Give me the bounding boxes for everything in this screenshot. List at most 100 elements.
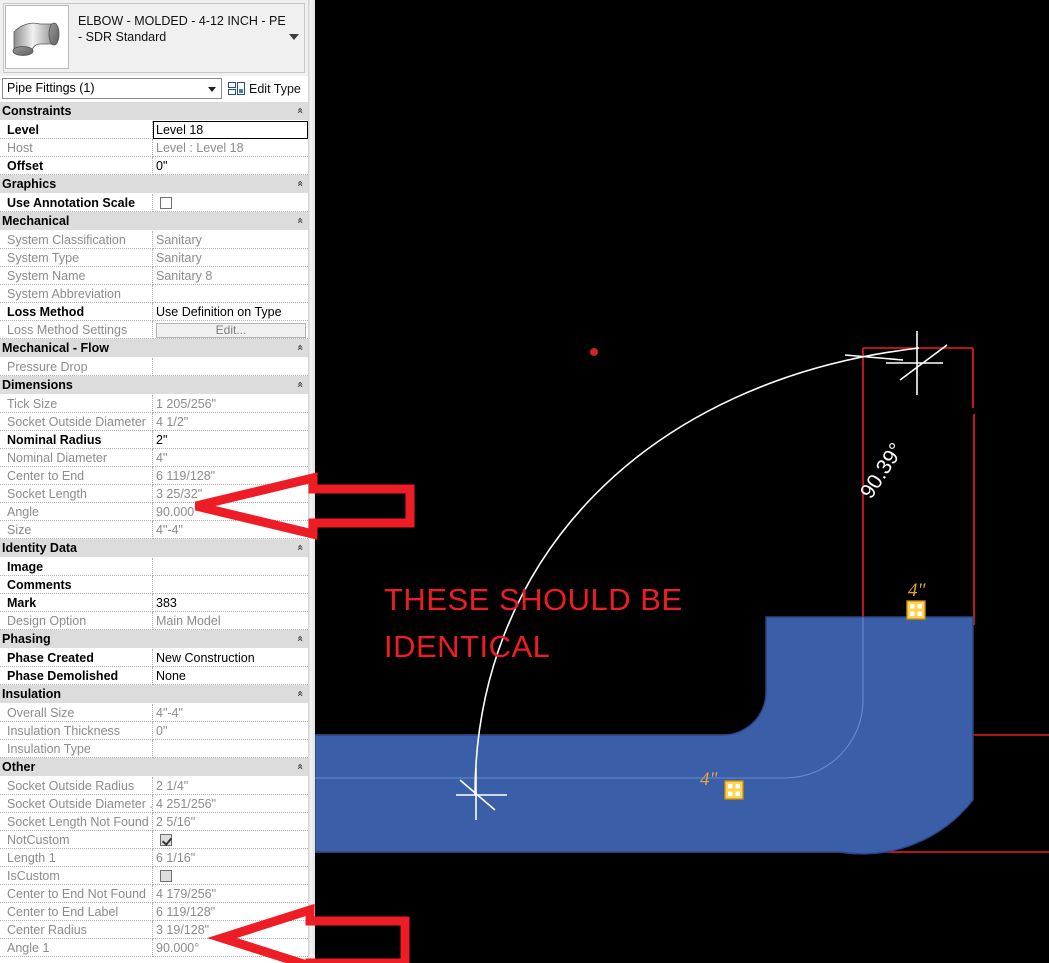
property-value[interactable] — [153, 576, 308, 594]
property-row[interactable]: Design Option Main Model — [0, 612, 308, 630]
property-row[interactable]: Angle 90.000° — [0, 503, 308, 521]
collapse-chevron-icon[interactable]: « — [294, 217, 307, 224]
collapse-chevron-icon[interactable]: « — [294, 107, 307, 114]
collapse-chevron-icon[interactable]: « — [294, 763, 307, 770]
property-value[interactable]: Level : Level 18 — [153, 139, 308, 157]
property-value[interactable]: 2 5/16" — [153, 813, 308, 831]
collapse-chevron-icon[interactable]: « — [294, 344, 307, 351]
property-row[interactable]: Center to End Label 6 119/128" — [0, 903, 308, 921]
property-group-header[interactable]: Graphics « — [0, 175, 308, 194]
property-row[interactable]: Pressure Drop — [0, 358, 308, 376]
property-row[interactable]: Center Radius 3 19/128" — [0, 921, 308, 939]
property-row[interactable]: IsCustom — [0, 867, 308, 885]
property-value[interactable]: 3 19/128" — [153, 921, 308, 939]
property-value[interactable]: None — [153, 667, 308, 685]
property-value[interactable]: 2 1/4" — [153, 777, 308, 795]
property-value[interactable] — [153, 285, 308, 303]
property-row[interactable]: Socket Length 3 25/32" — [0, 485, 308, 503]
chevron-down-icon[interactable] — [289, 34, 299, 40]
type-selector-box[interactable]: ELBOW - MOLDED - 4-12 INCH - PE - SDR St… — [3, 3, 305, 73]
collapse-chevron-icon[interactable]: « — [294, 180, 307, 187]
property-row[interactable]: Insulation Type — [0, 740, 308, 758]
property-value[interactable]: 2" — [153, 431, 308, 449]
property-value[interactable]: 1 205/256" — [153, 395, 308, 413]
property-row[interactable]: Image — [0, 558, 308, 576]
property-value[interactable]: 4"-4" — [153, 704, 308, 722]
property-group-header[interactable]: Constraints « — [0, 102, 308, 121]
edit-settings-button[interactable]: Edit... — [156, 322, 306, 338]
edit-type-button[interactable]: Edit Type — [228, 78, 301, 99]
property-row[interactable]: Nominal Diameter 4" — [0, 449, 308, 467]
property-value[interactable]: 90.000° — [153, 939, 308, 957]
property-value[interactable]: Use Definition on Type — [153, 303, 308, 321]
property-value[interactable] — [153, 740, 308, 758]
property-value[interactable]: New Construction — [153, 649, 308, 667]
property-value[interactable] — [153, 867, 308, 885]
property-value[interactable]: 6 119/128" — [153, 467, 308, 485]
chevron-down-icon[interactable] — [208, 87, 216, 92]
property-value[interactable]: Sanitary 8 — [153, 267, 308, 285]
property-row[interactable]: Center to End Not Found 4 179/256" — [0, 885, 308, 903]
property-row[interactable]: Nominal Radius 2" — [0, 431, 308, 449]
type-selector[interactable]: ELBOW - MOLDED - 4-12 INCH - PE - SDR St… — [0, 0, 308, 76]
property-row[interactable]: Length 16 1/16" — [0, 849, 308, 867]
property-row[interactable]: Level Level 18 — [0, 121, 308, 139]
property-value[interactable]: Sanitary — [153, 231, 308, 249]
property-row[interactable]: Socket Outside Diameter ... 4 251/256" — [0, 795, 308, 813]
checkbox[interactable] — [160, 196, 172, 209]
property-group-header[interactable]: Insulation « — [0, 685, 308, 704]
property-value[interactable]: 4" — [153, 449, 308, 467]
property-value[interactable]: Main Model — [153, 612, 308, 630]
category-combo[interactable]: Pipe Fittings (1) — [2, 78, 222, 99]
property-group-header[interactable]: Mechanical - Flow « — [0, 339, 308, 358]
property-value[interactable]: Sanitary — [153, 249, 308, 267]
property-row[interactable]: Socket Length Not Found 2 5/16" — [0, 813, 308, 831]
property-group-header[interactable]: Phasing « — [0, 630, 308, 649]
property-value[interactable]: 90.000° — [153, 503, 308, 521]
property-value[interactable]: 0" — [153, 722, 308, 740]
property-row[interactable]: Use Annotation Scale — [0, 194, 308, 212]
property-row[interactable]: Center to End 6 119/128" — [0, 467, 308, 485]
property-value[interactable]: 4 179/256" — [153, 885, 308, 903]
checkbox[interactable] — [160, 869, 172, 882]
drawing-canvas[interactable]: 90.39° 4" 4" THESE SHOULD BE IDENTICAL — [315, 0, 1049, 963]
property-row[interactable]: Angle 1 90.000° — [0, 939, 308, 957]
property-row[interactable]: System Abbreviation — [0, 285, 308, 303]
property-value[interactable] — [153, 358, 308, 376]
property-value[interactable]: 4"-4" — [153, 521, 308, 539]
property-row[interactable]: System Classification Sanitary — [0, 231, 308, 249]
property-row[interactable]: Phase Created New Construction — [0, 649, 308, 667]
property-value[interactable]: 0" — [153, 157, 308, 175]
property-row[interactable]: Offset 0" — [0, 157, 308, 175]
collapse-chevron-icon[interactable]: « — [294, 381, 307, 388]
collapse-chevron-icon[interactable]: « — [294, 544, 307, 551]
property-row[interactable]: Overall Size 4"-4" — [0, 704, 308, 722]
property-value[interactable]: Level 18 — [153, 121, 308, 139]
property-group-header[interactable]: Dimensions « — [0, 376, 308, 395]
property-value[interactable]: 3 25/32" — [153, 485, 308, 503]
property-row[interactable]: Loss Method Use Definition on Type — [0, 303, 308, 321]
property-row[interactable]: Host Level : Level 18 — [0, 139, 308, 157]
property-value[interactable]: Edit... — [153, 321, 308, 339]
property-value[interactable] — [153, 831, 308, 849]
collapse-chevron-icon[interactable]: « — [294, 690, 307, 697]
collapse-chevron-icon[interactable]: « — [294, 635, 307, 642]
property-value[interactable] — [153, 194, 308, 212]
property-value[interactable]: 4 251/256" — [153, 795, 308, 813]
property-row[interactable]: Socket Outside Diameter 4 1/2" — [0, 413, 308, 431]
property-row[interactable]: Size 4"-4" — [0, 521, 308, 539]
property-group-header[interactable]: Mechanical « — [0, 212, 308, 231]
property-group-header[interactable]: Identity Data « — [0, 539, 308, 558]
property-row[interactable]: NotCustom — [0, 831, 308, 849]
property-row[interactable]: Insulation Thickness 0" — [0, 722, 308, 740]
property-group-header[interactable]: Other « — [0, 758, 308, 777]
property-row[interactable]: Mark 383 — [0, 594, 308, 612]
property-row[interactable]: Socket Outside Radius 2 1/4" — [0, 777, 308, 795]
property-value[interactable]: 6 119/128" — [153, 903, 308, 921]
property-row[interactable]: Comments — [0, 576, 308, 594]
property-value[interactable]: 4 1/2" — [153, 413, 308, 431]
property-row[interactable]: System Name Sanitary 8 — [0, 267, 308, 285]
property-row[interactable]: Loss Method Settings Edit... — [0, 321, 308, 339]
property-row[interactable]: Phase Demolished None — [0, 667, 308, 685]
property-value[interactable] — [153, 558, 308, 576]
